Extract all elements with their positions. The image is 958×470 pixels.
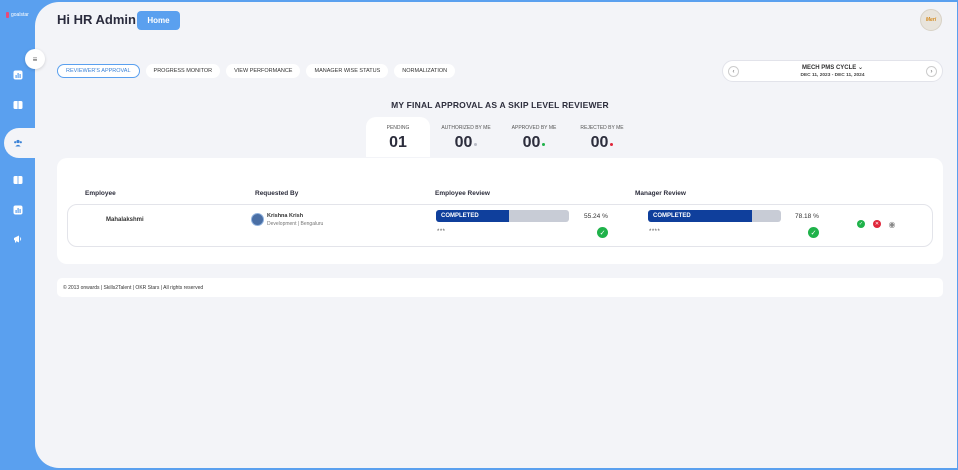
column-header-requested-by: Requested By — [255, 190, 299, 197]
progress-status: COMPLETED — [441, 213, 479, 219]
stat-label: APPROVED BY ME — [511, 125, 557, 131]
view-eye-icon[interactable]: ◉ — [888, 220, 896, 229]
requester-department: Development | Bengaluru — [267, 221, 324, 227]
cycle-title[interactable]: MECH PMS CYCLE ⌄ — [723, 64, 942, 71]
stat-approved[interactable]: APPROVED BY ME 00 — [502, 117, 566, 157]
employee-review-rating: *** — [437, 229, 446, 235]
sidebar-item-announcements[interactable] — [11, 232, 25, 246]
stat-label: AUTHORIZED BY ME — [441, 125, 491, 131]
book-open-icon — [13, 176, 23, 184]
check-circle-icon: ✓ — [808, 227, 819, 238]
sidebar-collapse-button[interactable]: ≡ — [25, 49, 45, 69]
chart-icon — [13, 70, 23, 80]
manager-review-rating: **** — [649, 229, 661, 235]
status-dot — [474, 143, 478, 146]
menu-collapse-icon: ≡ — [32, 54, 38, 64]
manager-review-percent: 78.18 % — [795, 213, 819, 220]
column-header-manager-review: Manager Review — [635, 190, 686, 197]
tab-bar: REVIEWER'S APPROVAL PROGRESS MONITOR VIE… — [57, 64, 456, 78]
sidebar-item-library[interactable] — [11, 173, 25, 187]
sidebar-item-team[interactable] — [11, 136, 25, 150]
stat-value: 01 — [389, 134, 407, 151]
tab-manager-wise-status[interactable]: MANAGER WISE STATUS — [306, 64, 389, 78]
tab-reviewers-approval[interactable]: REVIEWER'S APPROVAL — [57, 64, 140, 78]
section-title: MY FINAL APPROVAL AS A SKIP LEVEL REVIEW… — [391, 100, 609, 110]
sidebar: goalstar — [0, 0, 44, 470]
megaphone-icon — [14, 235, 22, 243]
tab-view-performance[interactable]: VIEW PERFORMANCE — [226, 64, 301, 78]
reject-icon[interactable]: ✕ — [873, 220, 881, 228]
users-icon — [14, 139, 22, 147]
sidebar-item-dashboard[interactable] — [11, 68, 25, 82]
manager-review-progress: COMPLETED — [648, 210, 781, 222]
stat-pending[interactable]: PENDING 01 — [366, 117, 430, 157]
stat-rejected[interactable]: REJECTED BY ME 00 — [570, 117, 634, 157]
status-dot — [542, 143, 546, 146]
table-row[interactable]: Mahalakshmi Krishna Krish Development | … — [67, 204, 933, 247]
cycle-title-text: MECH PMS CYCLE — [801, 65, 857, 71]
home-button[interactable]: Home — [137, 11, 180, 30]
tab-normalization[interactable]: NORMALIZATION — [394, 64, 456, 78]
cycle-selector[interactable]: ‹ MECH PMS CYCLE ⌄ DEC 11, 2023 - DEC 11… — [722, 60, 943, 82]
stat-label: PENDING — [386, 125, 410, 131]
employee-review-percent: 55.24 % — [584, 213, 608, 220]
requester-avatar — [251, 213, 264, 226]
stat-value: 00 — [454, 134, 473, 151]
column-header-employee: Employee — [85, 190, 116, 197]
employee-review-progress: COMPLETED — [436, 210, 569, 222]
tab-progress-monitor[interactable]: PROGRESS MONITOR — [145, 64, 221, 78]
sidebar-item-reports[interactable] — [11, 203, 25, 217]
stat-authorized[interactable]: AUTHORIZED BY ME 00 — [434, 117, 498, 157]
column-header-employee-review: Employee Review — [435, 190, 490, 197]
stat-value: 00 — [522, 134, 541, 151]
status-dot — [610, 143, 614, 146]
employee-name: Mahalakshmi — [106, 217, 144, 223]
next-cycle-button[interactable]: › — [926, 66, 937, 77]
cycle-dates: DEC 11, 2023 - DEC 11, 2024 — [800, 73, 865, 78]
chevron-down-icon: ⌄ — [857, 65, 864, 71]
footer: © 2013 onwards | Skills2Talent | OKR Sta… — [57, 278, 943, 297]
approval-table: Employee Requested By Employee Review Ma… — [57, 158, 943, 264]
approve-icon[interactable]: ✓ — [857, 220, 865, 228]
page-greeting: Hi HR Admin — [57, 12, 136, 27]
bar-chart-icon — [13, 205, 23, 215]
app-logo[interactable]: goalstar — [6, 12, 29, 18]
progress-status: COMPLETED — [653, 213, 691, 219]
avatar[interactable]: Meri — [920, 9, 942, 31]
check-circle-icon: ✓ — [597, 227, 608, 238]
requester-name: Krishna Krish — [267, 213, 304, 219]
stat-label: REJECTED BY ME — [580, 125, 624, 131]
stat-value: 00 — [590, 134, 609, 151]
